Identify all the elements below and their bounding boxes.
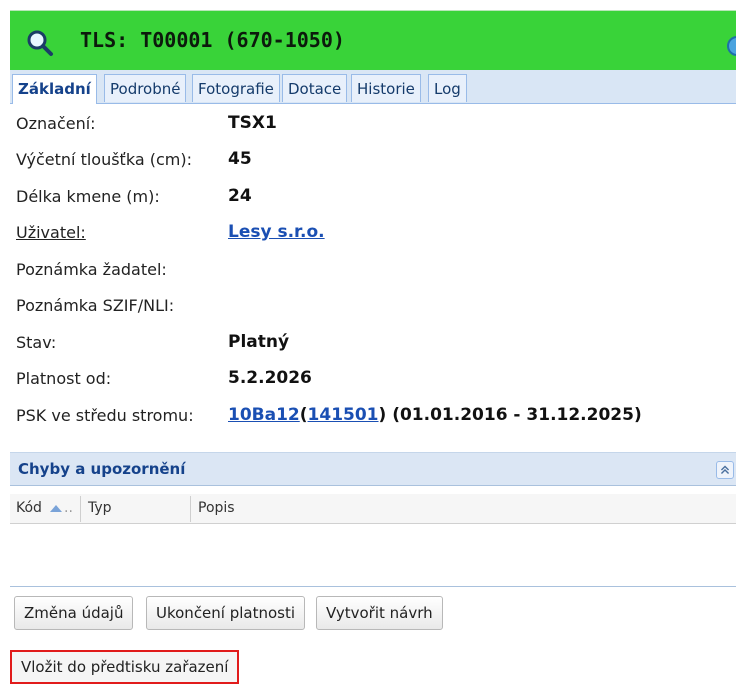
- field-label: Výčetní tloušťka (cm):: [16, 150, 192, 169]
- section-divider: [10, 586, 736, 587]
- column-overflow-dots: ..: [64, 500, 73, 516]
- field-row-delka: Délka kmene (m): 24: [10, 181, 736, 217]
- collapse-icon[interactable]: [716, 461, 734, 479]
- field-label: Délka kmene (m):: [16, 187, 160, 206]
- field-row-pozn-zadatel: Poznámka žadatel:: [10, 254, 736, 290]
- tab-zakladni[interactable]: Základní: [12, 74, 97, 104]
- field-value: 10Ba12(141501) (01.01.2016 - 31.12.2025): [228, 405, 642, 425]
- tab-log[interactable]: Log: [428, 74, 467, 102]
- column-kod[interactable]: Kód: [16, 500, 42, 516]
- tab-fotografie[interactable]: Fotografie: [192, 74, 280, 102]
- zmena-udaju-button[interactable]: Změna údajů: [14, 596, 134, 630]
- field-label: Označení:: [16, 114, 96, 133]
- field-value: 24: [228, 186, 252, 206]
- tab-dotace[interactable]: Dotace: [282, 74, 348, 102]
- vytvorit-navrh-button[interactable]: Vytvořit návrh: [316, 596, 443, 630]
- column-separator[interactable]: [80, 496, 81, 522]
- tab-podrobne[interactable]: Podrobné: [104, 74, 187, 102]
- errors-grid-header: Kód .. Typ Popis: [10, 494, 736, 524]
- field-value: Platný: [228, 332, 290, 352]
- field-row-uzivatel: Uživatel: Lesy s.r.o.: [10, 217, 736, 253]
- column-typ[interactable]: Typ: [88, 500, 112, 516]
- sort-ascending-icon[interactable]: [50, 505, 62, 513]
- errors-panel-title: Chyby a upozornění: [18, 460, 186, 478]
- field-value: TSX1: [228, 113, 277, 133]
- psk-code-link[interactable]: 141501: [308, 405, 379, 425]
- field-row-oznaceni: Označení: TSX1: [10, 108, 736, 144]
- magnifier-icon: [27, 30, 53, 56]
- field-label: Stav:: [16, 333, 57, 352]
- field-label: PSK ve středu stromu:: [16, 406, 194, 425]
- window-titlebar: TLS: T00001 (670-1050): [10, 10, 736, 70]
- field-value: 45: [228, 149, 252, 169]
- refresh-icon[interactable]: [726, 35, 736, 57]
- psk-validity: ) (01.01.2016 - 31.12.2025): [378, 405, 642, 425]
- psk-link[interactable]: 10Ba12: [228, 405, 300, 425]
- field-row-psk: PSK ve středu stromu: 10Ba12(141501) (01…: [10, 400, 736, 436]
- field-row-platnost: Platnost od: 5.2.2026: [10, 363, 736, 399]
- field-label: Poznámka SZIF/NLI:: [16, 296, 175, 315]
- tab-strip: Základní Podrobné Fotografie Dotace Hist…: [10, 70, 736, 104]
- errors-panel-header[interactable]: Chyby a upozornění: [10, 452, 736, 486]
- ukonceni-platnosti-button[interactable]: Ukončení platnosti: [146, 596, 306, 630]
- field-label-link[interactable]: Uživatel:: [16, 223, 86, 242]
- tab-historie[interactable]: Historie: [351, 74, 421, 102]
- window-title: TLS: T00001 (670-1050): [80, 28, 345, 52]
- vlozit-do-predtisku-button[interactable]: Vložit do předtisku zařazení: [10, 650, 240, 684]
- field-value: 5.2.2026: [228, 368, 312, 388]
- field-row-pozn-szif: Poznámka SZIF/NLI:: [10, 290, 736, 326]
- field-label: Platnost od:: [16, 369, 112, 388]
- column-separator[interactable]: [190, 496, 191, 522]
- field-row-vycetni: Výčetní tloušťka (cm): 45: [10, 144, 736, 180]
- psk-open-paren: (: [299, 405, 308, 425]
- field-label: Poznámka žadatel:: [16, 260, 167, 279]
- column-popis[interactable]: Popis: [198, 500, 235, 516]
- field-row-stav: Stav: Platný: [10, 327, 736, 363]
- uzivatel-link[interactable]: Lesy s.r.o.: [228, 222, 325, 242]
